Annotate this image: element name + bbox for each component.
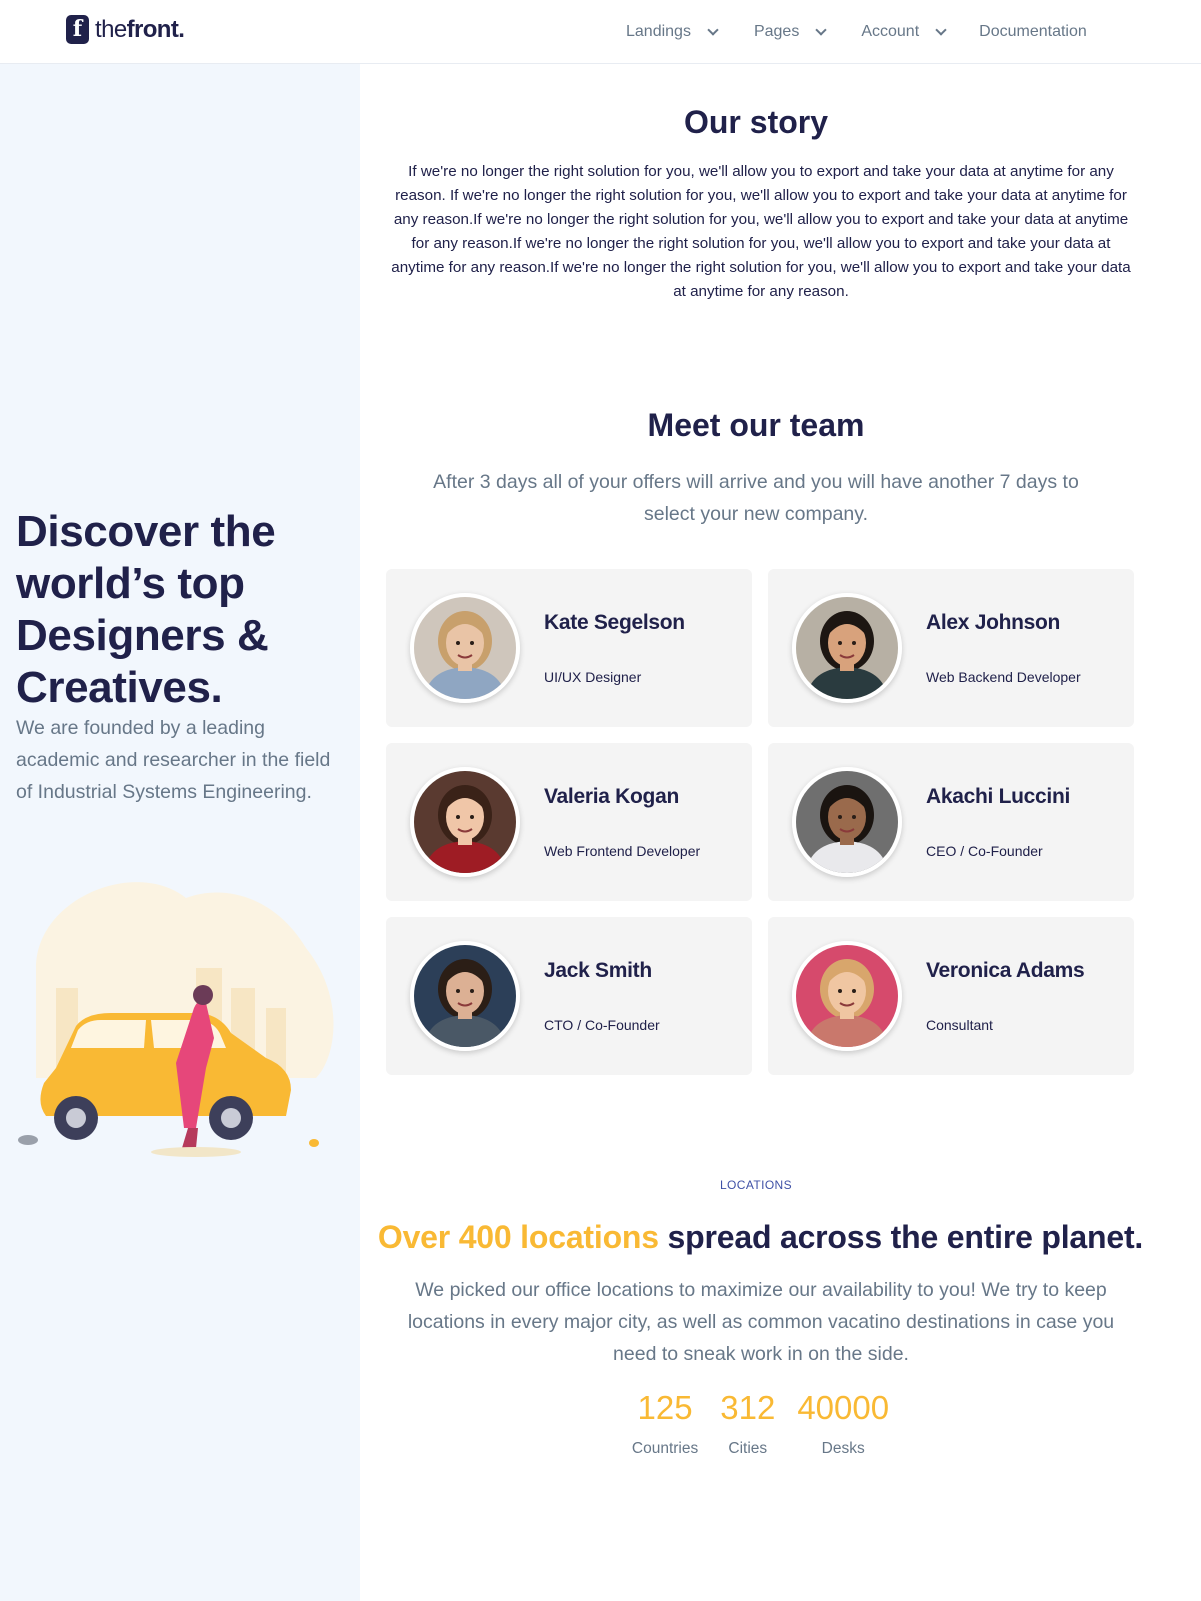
member-role: Consultant xyxy=(926,1017,993,1033)
story-body: If we're no longer the right solution fo… xyxy=(391,163,1131,300)
avatar xyxy=(792,941,902,1051)
member-name: Jack Smith xyxy=(544,959,652,982)
member-role: Web Frontend Developer xyxy=(544,843,701,859)
hero-title: Discover the world’s top Designers & Cre… xyxy=(16,507,276,712)
member-name: Kate Segelson xyxy=(544,611,685,634)
member-name: Valeria Kogan xyxy=(544,785,679,808)
locations-title: Over 400 locations spread across the ent… xyxy=(360,1219,1161,1256)
locations-title-rest: spread across the entire planet. xyxy=(658,1219,1144,1255)
hero-sidebar: Discover the world’s top Designers & Cre… xyxy=(0,64,360,1601)
team-card-veronica-adams: Veronica Adams Consultant xyxy=(768,917,1134,1075)
stat-value: 40000 xyxy=(797,1389,890,1426)
team-card-kate-segelson: Kate Segelson UI/UX Designer xyxy=(386,569,752,727)
team-subtitle: After 3 days all of your offers will arr… xyxy=(433,471,1079,525)
team-card-valeria-kogan: Valeria Kogan Web Frontend Developer xyxy=(386,743,752,901)
stat-countries: 125 Countries xyxy=(632,1386,698,1458)
locations-eyebrow: LOCATIONS xyxy=(719,1178,793,1192)
member-name: Alex Johnson xyxy=(926,611,1061,634)
nav-documentation[interactable]: Documentation xyxy=(979,23,1087,41)
team-title: Meet our team xyxy=(647,407,865,443)
avatar xyxy=(410,767,520,877)
location-stats: 125 Countries 312 Cities 40000 Desks xyxy=(360,1386,1161,1458)
logo[interactable]: f thefront. xyxy=(66,15,185,44)
team-card-jack-smith: Jack Smith CTO / Co-Founder xyxy=(386,917,752,1075)
avatar xyxy=(410,593,520,703)
stat-label: Countries xyxy=(631,1440,699,1457)
stat-cities: 312 Cities xyxy=(720,1386,775,1458)
team-card-akachi-luccini: Akachi Luccini CEO / Co-Founder xyxy=(768,743,1134,901)
chevron-down-icon xyxy=(935,23,947,36)
chevron-down-icon xyxy=(815,23,827,36)
member-role: CEO / Co-Founder xyxy=(926,843,1043,859)
stat-value: 312 xyxy=(720,1389,776,1426)
main-nav: Landings Pages Account Documentation xyxy=(626,0,1087,64)
member-role: Web Backend Developer xyxy=(926,669,1081,685)
story-title: Our story xyxy=(683,104,829,140)
nav-account[interactable]: Account xyxy=(861,23,947,41)
avatar xyxy=(410,941,520,1051)
member-role: UI/UX Designer xyxy=(544,669,642,685)
stat-label: Desks xyxy=(821,1440,865,1457)
stat-value: 125 xyxy=(637,1389,693,1426)
nav-pages[interactable]: Pages xyxy=(754,23,827,41)
avatar xyxy=(792,593,902,703)
member-role: CTO / Co-Founder xyxy=(544,1017,660,1033)
car-woman-illustration-icon xyxy=(18,882,334,1157)
site-header: f thefront. Landings Pages Account Docum… xyxy=(0,0,1201,64)
hero-subtitle: We are founded by a leading academic and… xyxy=(16,717,331,803)
member-name: Veronica Adams xyxy=(926,959,1085,982)
locations-title-highlight: Over 400 locations xyxy=(377,1219,659,1255)
chevron-down-icon xyxy=(707,23,719,36)
stat-label: Cities xyxy=(728,1440,768,1457)
logo-icon: f xyxy=(66,15,89,44)
logo-text: thefront. xyxy=(95,16,185,43)
team-card-alex-johnson: Alex Johnson Web Backend Developer xyxy=(768,569,1134,727)
locations-body: We picked our office locations to maximi… xyxy=(407,1279,1115,1365)
member-name: Akachi Luccini xyxy=(926,785,1071,808)
nav-landings[interactable]: Landings xyxy=(626,23,719,41)
stat-desks: 40000 Desks xyxy=(797,1386,889,1458)
avatar xyxy=(792,767,902,877)
